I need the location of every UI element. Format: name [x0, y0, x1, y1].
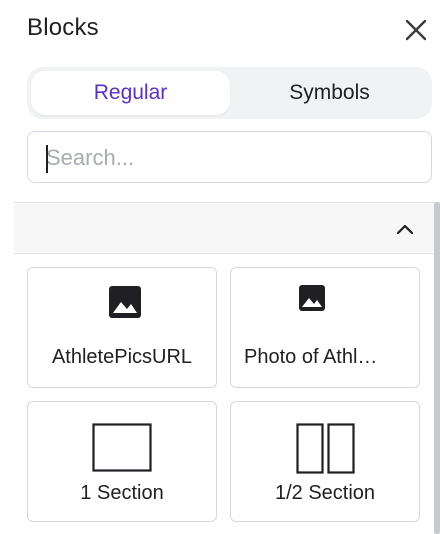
single-section-icon [92, 423, 152, 472]
close-icon[interactable] [403, 17, 429, 43]
block-tile-photo-of-athlete[interactable]: Photo of Athl… [230, 267, 420, 388]
search-input[interactable] [46, 142, 416, 174]
tab-regular[interactable]: Regular [31, 71, 230, 115]
chevron-up-icon[interactable] [395, 221, 415, 237]
image-icon [299, 285, 325, 311]
block-tile-half-section[interactable]: 1/2 Section [230, 401, 420, 522]
block-label: 1 Section [80, 482, 164, 504]
text-caret [46, 145, 48, 173]
blocks-panel: AthletePicsURL Photo of Athl… 1 Section … [14, 202, 440, 534]
half-section-icon [296, 423, 355, 474]
search-field [27, 131, 432, 183]
panel-header: Blocks [0, 0, 440, 60]
image-icon [109, 286, 141, 318]
block-tile-1-section[interactable]: 1 Section [27, 401, 217, 522]
section-header[interactable] [14, 202, 434, 254]
panel-title: Blocks [27, 14, 99, 41]
scrollbar-thumb[interactable] [434, 202, 440, 534]
block-label: AthletePicsURL [51, 346, 193, 368]
block-label: Photo of Athl… [244, 346, 378, 368]
block-label: 1/2 Section [274, 482, 376, 504]
block-tile-athletepicsurl[interactable]: AthletePicsURL [27, 267, 217, 388]
block-type-toggle: Regular Symbols [27, 67, 432, 119]
tab-symbols[interactable]: Symbols [230, 71, 429, 115]
